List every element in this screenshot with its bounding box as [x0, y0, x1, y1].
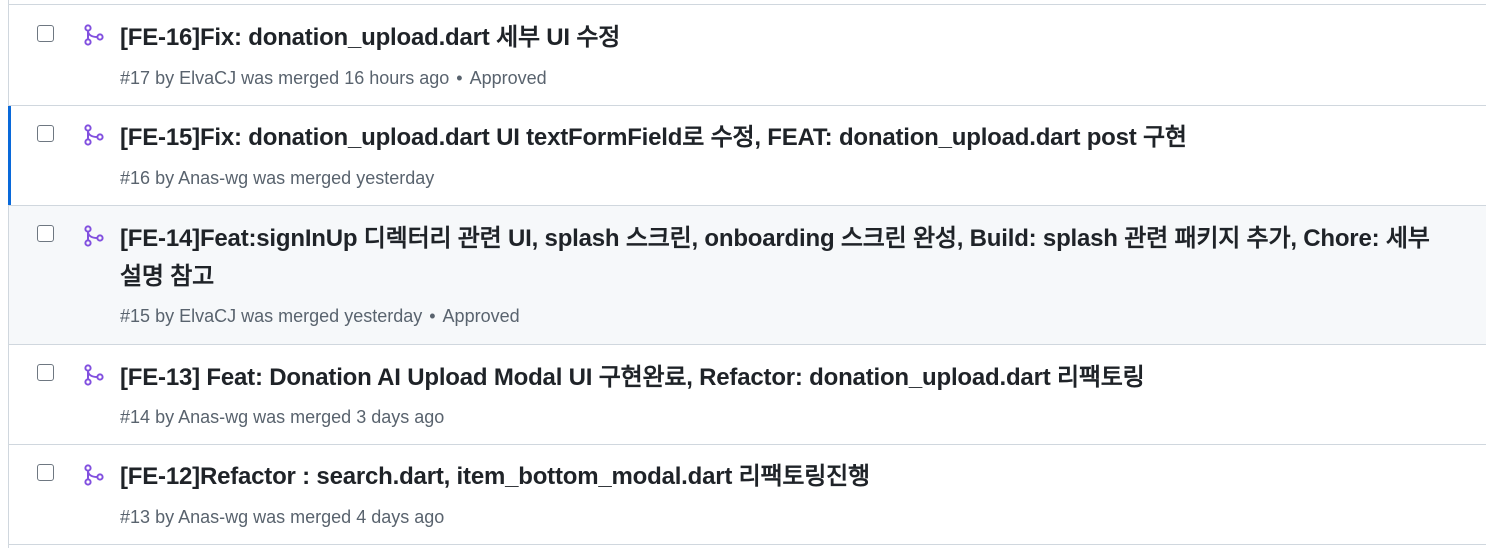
pr-state: was merged	[241, 68, 340, 88]
git-merge-icon	[83, 225, 105, 247]
pr-number: #14	[120, 407, 151, 427]
pr-meta: #13 by Anas-wg was merged 4 days ago	[120, 505, 444, 529]
pr-select-checkbox[interactable]	[37, 225, 54, 242]
pr-select-checkbox[interactable]	[37, 364, 54, 381]
pull-request-list: [FE-16]Fix: donation_upload.dart 세부 UI 수…	[8, 0, 1486, 548]
pr-title-link[interactable]: [FE-16]Fix: donation_upload.dart 세부 UI 수…	[120, 19, 1446, 57]
pr-row-15[interactable]: [FE-14]Feat:signInUp 디렉터리 관련 UI, splash …	[9, 206, 1486, 345]
pr-state: was merged	[253, 168, 352, 188]
pr-number: #15	[120, 306, 151, 326]
pr-time: yesterday	[344, 306, 423, 326]
pr-author-link[interactable]: Anas-wg	[178, 507, 248, 527]
pr-by: by	[155, 68, 175, 88]
pr-time: 16 hours ago	[344, 68, 450, 88]
pr-author-link[interactable]: ElvaCJ	[179, 306, 236, 326]
pr-by: by	[155, 168, 175, 188]
pr-by: by	[155, 507, 175, 527]
pr-row-13[interactable]: [FE-12]Refactor : search.dart, item_bott…	[9, 445, 1486, 545]
pr-select-checkbox[interactable]	[37, 464, 54, 481]
pr-state: was merged	[253, 507, 352, 527]
selected-row-indicator	[8, 106, 11, 205]
pr-select-checkbox[interactable]	[37, 125, 54, 142]
pr-by: by	[155, 407, 175, 427]
pr-state: was merged	[253, 407, 352, 427]
pr-time: 4 days ago	[356, 507, 445, 527]
pr-title-link[interactable]: [FE-12]Refactor : search.dart, item_bott…	[120, 458, 1446, 496]
pr-row-17[interactable]: [FE-16]Fix: donation_upload.dart 세부 UI 수…	[9, 5, 1486, 106]
pr-author-link[interactable]: ElvaCJ	[179, 68, 236, 88]
pr-number: #17	[120, 68, 151, 88]
meta-separator: •	[429, 306, 436, 326]
pr-meta: #16 by Anas-wg was merged yesterday	[120, 166, 434, 190]
pr-author-link[interactable]: Anas-wg	[178, 407, 248, 427]
pr-row-16[interactable]: [FE-15]Fix: donation_upload.dart UI text…	[8, 106, 1486, 206]
pr-title-link[interactable]: [FE-15]Fix: donation_upload.dart UI text…	[120, 119, 1446, 157]
pr-time: 3 days ago	[356, 407, 445, 427]
pr-title-link[interactable]: [FE-13] Feat: Donation AI Upload Modal U…	[120, 359, 1446, 397]
pr-title-link[interactable]: [FE-14]Feat:signInUp 디렉터리 관련 UI, splash …	[120, 220, 1446, 296]
pr-meta: #14 by Anas-wg was merged 3 days ago	[120, 405, 444, 429]
pr-by: by	[155, 306, 175, 326]
pr-author-link[interactable]: Anas-wg	[178, 168, 248, 188]
pr-time: yesterday	[356, 168, 435, 188]
git-merge-icon	[83, 364, 105, 386]
pr-number: #13	[120, 507, 151, 527]
pr-row-14[interactable]: [FE-13] Feat: Donation AI Upload Modal U…	[9, 345, 1486, 445]
git-merge-icon	[83, 24, 105, 46]
meta-separator: •	[456, 68, 463, 88]
git-merge-icon	[83, 464, 105, 486]
review-status-link[interactable]: Approved	[470, 68, 547, 88]
pr-meta: #17 by ElvaCJ was merged 16 hours ago • Ap…	[120, 66, 547, 90]
pr-select-checkbox[interactable]	[37, 25, 54, 42]
pr-meta: #15 by ElvaCJ was merged yesterday • Appro…	[120, 304, 520, 328]
pr-number: #16	[120, 168, 151, 188]
pr-state: was merged	[241, 306, 340, 326]
review-status-link[interactable]: Approved	[443, 306, 520, 326]
git-merge-icon	[83, 124, 105, 146]
